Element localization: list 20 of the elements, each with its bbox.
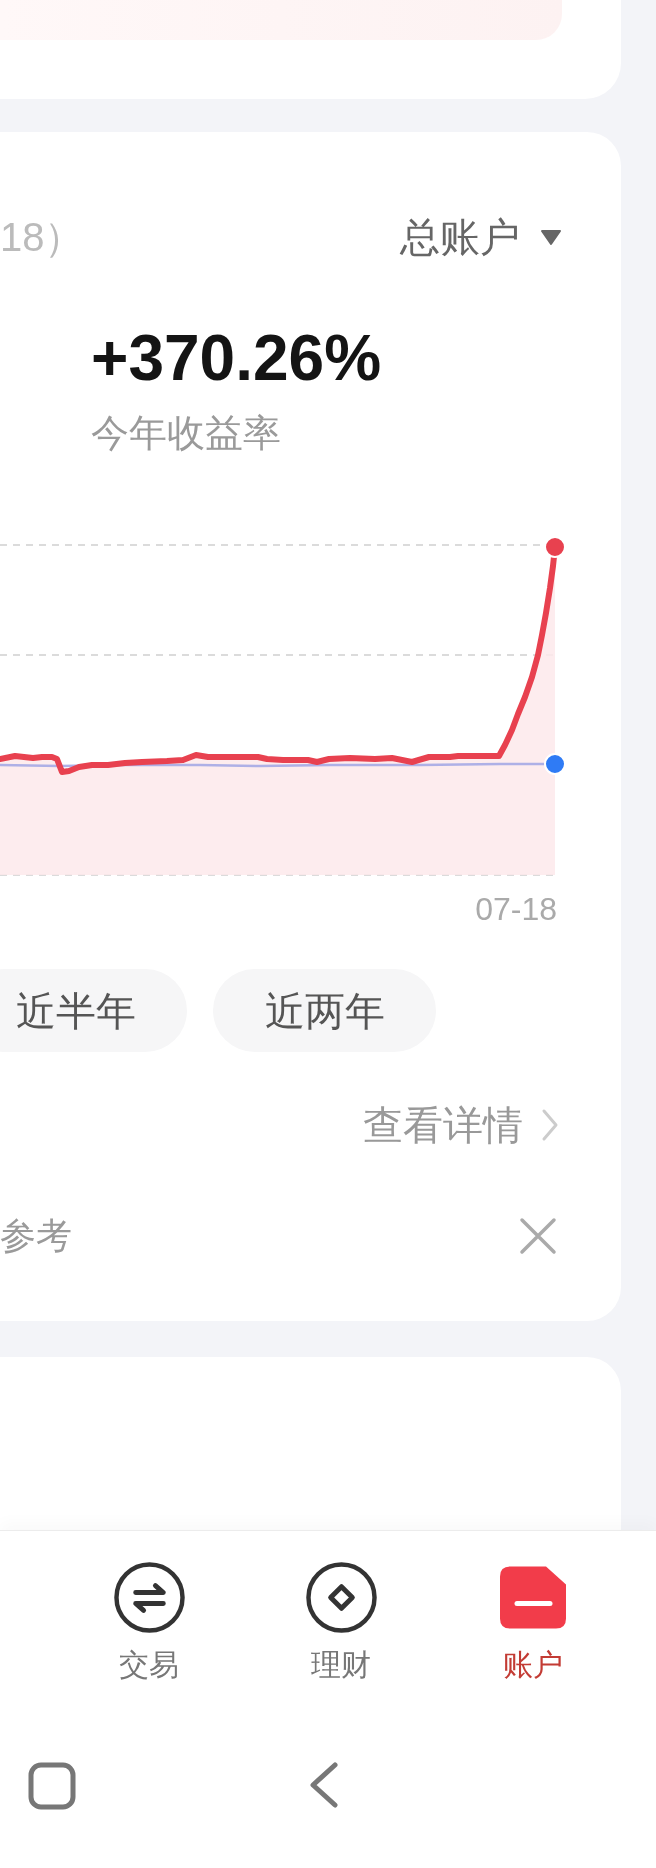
tab-bar-item[interactable]: 交易 — [53, 1531, 245, 1720]
return-end-marker — [544, 536, 566, 558]
period-tab[interactable]: 近两年 — [213, 969, 436, 1052]
exchange-icon — [113, 1562, 185, 1633]
back-icon[interactable] — [309, 1762, 339, 1808]
period-tab[interactable]: 近半年 — [0, 969, 187, 1052]
tab-bar-item[interactable]: 账户 — [437, 1531, 629, 1720]
date-note: 18） — [0, 214, 85, 261]
details-link[interactable]: 查看详情 — [363, 1097, 559, 1153]
disclaimer-text: 参考 — [0, 1214, 72, 1258]
account-selector[interactable]: 总账户 — [400, 212, 562, 262]
caret-down-icon — [540, 228, 562, 246]
tab-bar-item[interactable]: 理财 — [245, 1531, 437, 1720]
return-value: +370.26% — [91, 323, 382, 393]
benchmark-end-marker — [544, 753, 566, 775]
chevron-right-icon — [541, 1108, 559, 1142]
close-icon[interactable] — [519, 1217, 557, 1255]
square-icon[interactable] — [28, 1762, 76, 1810]
return-label: 今年收益率 — [91, 411, 281, 456]
axis-date-label: 07-18 — [475, 893, 557, 925]
